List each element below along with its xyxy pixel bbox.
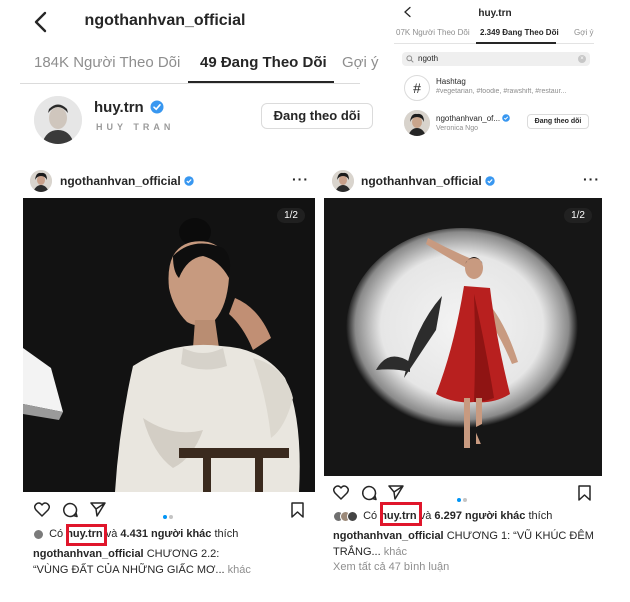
other-likes-count[interactable]: 4.431 người khác — [120, 528, 211, 540]
post-author[interactable]: ngothanhvan_official — [361, 174, 495, 188]
active-tab-indicator — [476, 42, 556, 44]
post-photo[interactable]: 1/2 — [23, 198, 315, 492]
share-send-icon[interactable] — [388, 485, 404, 500]
following-button[interactable]: Đang theo dõi — [261, 103, 373, 129]
tab-followers[interactable]: 184K Người Theo Dõi — [34, 54, 180, 71]
more-options-icon[interactable]: ··· — [583, 171, 600, 187]
result-hashtag-subtitle: #vegetarian, #foodie, #rawshift, #restau… — [436, 88, 567, 95]
highlight-box — [380, 502, 422, 526]
likes-summary[interactable]: Có huy.trn và 6.297 người khác thích — [333, 510, 552, 522]
verified-badge-icon — [150, 100, 164, 114]
tabs-divider — [20, 83, 360, 84]
comment-icon[interactable] — [361, 485, 377, 501]
tab-followers[interactable]: 07K Người Theo Dõi — [396, 28, 470, 37]
likes-summary[interactable]: Có huy.trn và 4.431 người khác thích — [33, 528, 238, 540]
caption-more-link[interactable]: khác — [228, 564, 251, 576]
tab-following[interactable]: 2.349 Đang Theo Dõi — [480, 28, 559, 37]
view-comments-link[interactable]: Xem tất cả 47 bình luận — [333, 561, 449, 573]
post-author[interactable]: ngothanhvan_official — [60, 174, 194, 188]
follow-tabs: 184K Người Theo Dõi 49 Đang Theo Dõi Gợi… — [20, 48, 379, 86]
account-handle-art: HUY TRAN — [96, 122, 175, 132]
tab-following[interactable]: 49 Đang Theo Dõi — [200, 54, 327, 71]
comment-icon[interactable] — [62, 502, 78, 518]
search-input[interactable]: ngoth × — [402, 52, 590, 66]
carousel-dots — [162, 506, 174, 524]
following-button[interactable]: Đang theo dõi — [527, 114, 589, 129]
avatar[interactable] — [34, 96, 82, 144]
liker-avatars — [33, 528, 44, 540]
share-send-icon[interactable] — [90, 502, 106, 517]
search-icon — [406, 55, 414, 63]
highlight-box — [66, 524, 107, 546]
result-account-fullname: Veronica Ngo — [436, 125, 479, 132]
account-username[interactable]: huy.trn — [94, 99, 164, 116]
caption-author[interactable]: ngothanhvan_official — [333, 530, 444, 542]
carousel-page-indicator: 1/2 — [277, 208, 305, 223]
page-title: huy.trn — [478, 8, 512, 19]
more-options-icon[interactable]: ··· — [292, 171, 309, 187]
verified-badge-icon — [184, 176, 194, 186]
post-caption: ngothanhvan_official CHƯƠNG 1: “VŨ KHÚC … — [333, 530, 594, 558]
other-likes-count[interactable]: 6.297 người khác — [434, 510, 525, 522]
caption-author[interactable]: ngothanhvan_official — [33, 548, 144, 560]
avatar[interactable] — [30, 170, 52, 192]
like-heart-icon[interactable] — [34, 502, 50, 517]
tab-suggestions[interactable]: Gợi ý — [574, 28, 593, 37]
hashtag-icon[interactable]: # — [404, 75, 430, 101]
save-bookmark-icon[interactable] — [578, 485, 591, 501]
clear-search-icon[interactable]: × — [578, 55, 586, 63]
verified-badge-icon — [485, 176, 495, 186]
avatar[interactable] — [404, 110, 430, 136]
like-heart-icon[interactable] — [333, 485, 349, 500]
avatar[interactable] — [332, 170, 354, 192]
save-bookmark-icon[interactable] — [291, 502, 304, 518]
follow-tabs: 07K Người Theo Dõi 2.349 Đang Theo Dõi G… — [394, 26, 594, 46]
verified-badge-icon — [502, 114, 511, 122]
page-title: ngothanhvan_official — [84, 12, 246, 29]
liker-avatars — [333, 510, 358, 522]
post-photo[interactable]: 1/2 — [324, 198, 602, 476]
carousel-dots — [456, 489, 468, 507]
result-hashtag-title[interactable]: Hashtag — [436, 77, 466, 86]
tab-suggestions[interactable]: Gợi ý — [342, 54, 379, 71]
caption-more-link[interactable]: khác — [384, 546, 407, 558]
search-input-value: ngoth — [418, 54, 439, 63]
active-tab-indicator — [188, 81, 334, 83]
result-account-username[interactable]: ngothanhvan_of... — [436, 114, 511, 123]
post-caption: ngothanhvan_official CHƯƠNG 2.2: “VÙNG Đ… — [33, 548, 251, 576]
carousel-page-indicator: 1/2 — [564, 208, 592, 223]
